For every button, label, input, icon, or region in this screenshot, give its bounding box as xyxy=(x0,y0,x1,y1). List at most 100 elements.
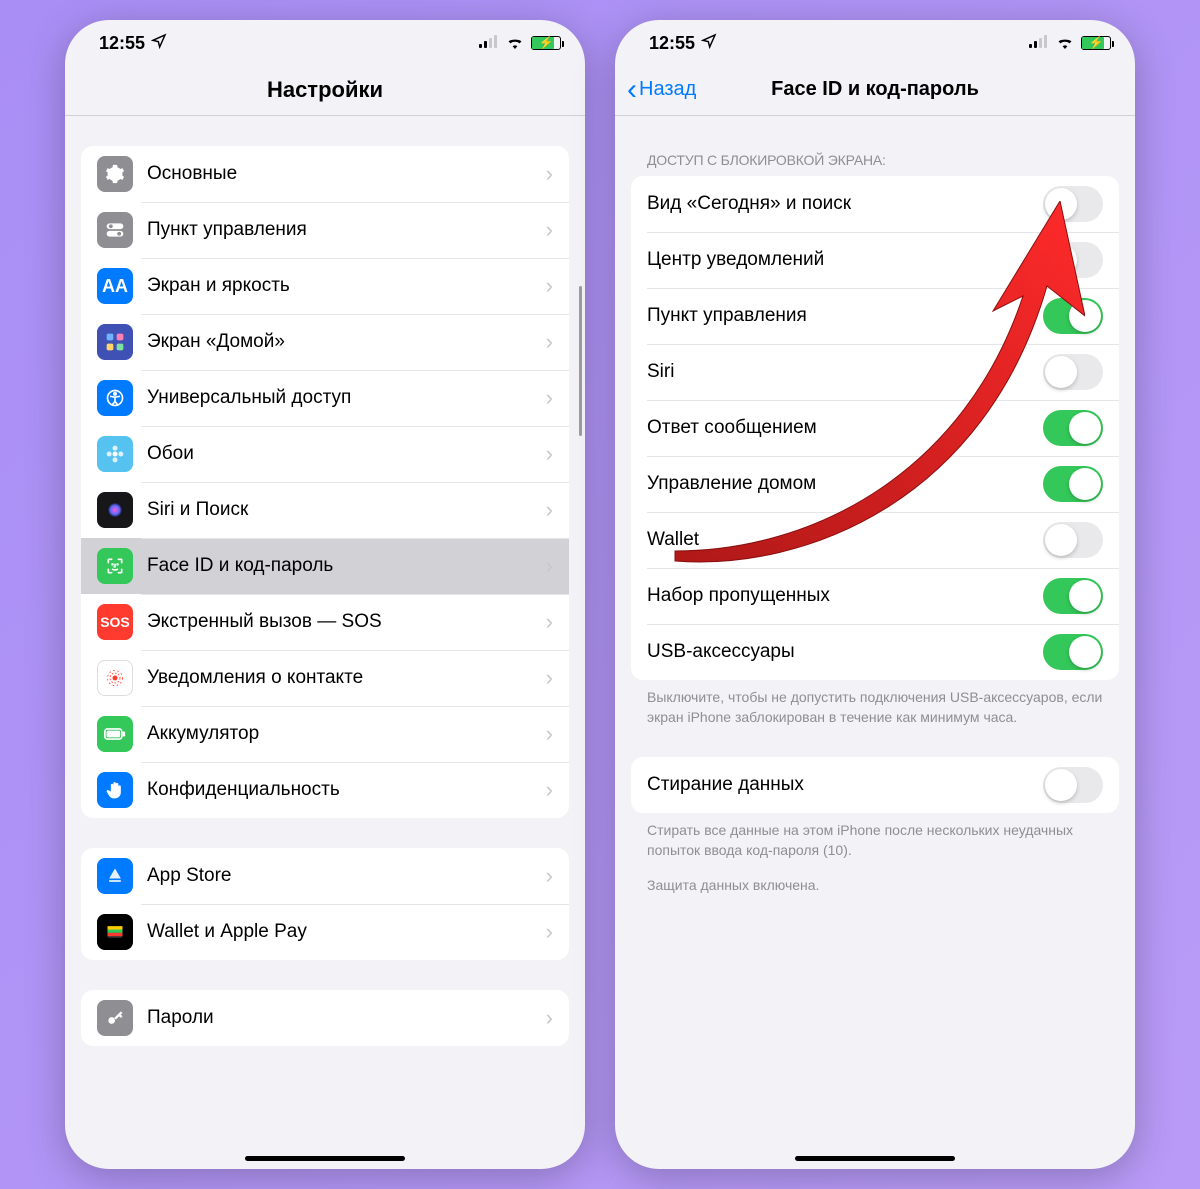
back-button[interactable]: ‹ Назад xyxy=(627,78,696,101)
row-face-id[interactable]: Face ID и код-пароль › xyxy=(81,538,569,594)
hand-icon xyxy=(97,772,133,808)
row-display[interactable]: AA Экран и яркость › xyxy=(81,258,569,314)
wallet-icon xyxy=(97,914,133,950)
switch[interactable] xyxy=(1043,634,1103,670)
row-privacy[interactable]: Конфиденциальность › xyxy=(81,762,569,818)
erase-footer: Стирать все данные на этом iPhone после … xyxy=(647,821,1103,860)
row-label: Набор пропущенных xyxy=(647,585,1043,607)
row-label: Экран и яркость xyxy=(147,275,546,297)
chevron-left-icon: ‹ xyxy=(627,81,637,99)
switch[interactable] xyxy=(1043,242,1103,278)
toggle-home-control[interactable]: Управление домом xyxy=(631,456,1119,512)
phone-settings-root: 12:55 ⚡ Настройки Основные › xyxy=(65,20,585,1169)
chevron-right-icon: › xyxy=(546,161,553,187)
chevron-right-icon: › xyxy=(546,721,553,747)
row-label: Стирание данных xyxy=(647,774,1043,796)
settings-group-3: Пароли › xyxy=(81,990,569,1046)
switch[interactable] xyxy=(1043,354,1103,390)
switch[interactable] xyxy=(1043,410,1103,446)
section-header-lock: ДОСТУП С БЛОКИРОВКОЙ ЭКРАНА: xyxy=(647,152,1103,168)
row-app-store[interactable]: App Store › xyxy=(81,848,569,904)
row-label: Пароли xyxy=(147,1007,546,1029)
battery-icon: ⚡ xyxy=(1081,36,1111,50)
faceid-scroll[interactable]: ДОСТУП С БЛОКИРОВКОЙ ЭКРАНА: Вид «Сегодн… xyxy=(615,116,1135,1169)
switch[interactable] xyxy=(1043,466,1103,502)
app-store-icon xyxy=(97,858,133,894)
chevron-right-icon: › xyxy=(546,497,553,523)
data-protection-footer: Защита данных включена. xyxy=(647,876,1103,896)
chevron-right-icon: › xyxy=(546,919,553,945)
switch[interactable] xyxy=(1043,578,1103,614)
home-indicator[interactable] xyxy=(245,1156,405,1161)
row-accessibility[interactable]: Универсальный доступ › xyxy=(81,370,569,426)
row-label: Центр уведомлений xyxy=(647,249,1043,271)
row-sos[interactable]: SOS Экстренный вызов — SOS › xyxy=(81,594,569,650)
switch[interactable] xyxy=(1043,298,1103,334)
row-wallpaper[interactable]: Обои › xyxy=(81,426,569,482)
exposure-icon xyxy=(97,660,133,696)
siri-icon xyxy=(97,492,133,528)
settings-scroll[interactable]: Основные › Пункт управления › AA Экран и… xyxy=(65,116,585,1169)
row-label: USB-аксессуары xyxy=(647,641,1043,663)
row-home-screen[interactable]: Экран «Домой» › xyxy=(81,314,569,370)
key-icon xyxy=(97,1000,133,1036)
toggle-erase-data[interactable]: Стирание данных xyxy=(631,757,1119,813)
row-label: Пункт управления xyxy=(147,219,546,241)
toggle-control-center[interactable]: Пункт управления xyxy=(631,288,1119,344)
row-battery[interactable]: Аккумулятор › xyxy=(81,706,569,762)
toggle-wallet[interactable]: Wallet xyxy=(631,512,1119,568)
erase-group: Стирание данных xyxy=(631,757,1119,813)
usb-footer: Выключите, чтобы не допустить подключени… xyxy=(647,688,1103,727)
nav-header: Настройки xyxy=(65,64,585,116)
location-arrow-icon xyxy=(151,33,167,54)
row-label: Уведомления о контакте xyxy=(147,667,546,689)
chevron-right-icon: › xyxy=(546,777,553,803)
row-label: Ответ сообщением xyxy=(647,417,1043,439)
face-id-icon xyxy=(97,548,133,584)
toggle-today-view[interactable]: Вид «Сегодня» и поиск xyxy=(631,176,1119,232)
toggle-usb-accessories[interactable]: USB-аксессуары xyxy=(631,624,1119,680)
page-title: Face ID и код-пароль xyxy=(771,78,979,101)
chevron-right-icon: › xyxy=(546,217,553,243)
chevron-right-icon: › xyxy=(546,1005,553,1031)
switch[interactable] xyxy=(1043,767,1103,803)
row-label: Face ID и код-пароль xyxy=(147,555,546,577)
status-time: 12:55 xyxy=(99,33,145,54)
row-wallet-pay[interactable]: Wallet и Apple Pay › xyxy=(81,904,569,960)
chevron-right-icon: › xyxy=(546,609,553,635)
row-label: Siri и Поиск xyxy=(147,499,546,521)
phone-faceid-settings: 12:55 ⚡ ‹ Назад Face ID и код-пароль ДОС… xyxy=(615,20,1135,1169)
row-label: Экран «Домой» xyxy=(147,331,546,353)
chevron-right-icon: › xyxy=(546,553,553,579)
row-passwords[interactable]: Пароли › xyxy=(81,990,569,1046)
status-bar: 12:55 ⚡ xyxy=(615,20,1135,64)
row-general[interactable]: Основные › xyxy=(81,146,569,202)
location-arrow-icon xyxy=(701,33,717,54)
settings-group-1: Основные › Пункт управления › AA Экран и… xyxy=(81,146,569,818)
switch[interactable] xyxy=(1043,522,1103,558)
row-label: Аккумулятор xyxy=(147,723,546,745)
wifi-icon xyxy=(505,33,525,54)
row-label: Вид «Сегодня» и поиск xyxy=(647,193,1043,215)
row-label: Универсальный доступ xyxy=(147,387,546,409)
row-label: Обои xyxy=(147,443,546,465)
row-control-center[interactable]: Пункт управления › xyxy=(81,202,569,258)
row-exposure[interactable]: Уведомления о контакте › xyxy=(81,650,569,706)
home-indicator[interactable] xyxy=(795,1156,955,1161)
toggle-reply-message[interactable]: Ответ сообщением xyxy=(631,400,1119,456)
flower-icon xyxy=(97,436,133,472)
chevron-right-icon: › xyxy=(546,273,553,299)
settings-group-2: App Store › Wallet и Apple Pay › xyxy=(81,848,569,960)
toggle-siri[interactable]: Siri xyxy=(631,344,1119,400)
chevron-right-icon: › xyxy=(546,665,553,691)
row-label: Siri xyxy=(647,361,1043,383)
switch[interactable] xyxy=(1043,186,1103,222)
status-time: 12:55 xyxy=(649,33,695,54)
chevron-right-icon: › xyxy=(546,385,553,411)
wifi-icon xyxy=(1055,33,1075,54)
row-siri[interactable]: Siri и Поиск › xyxy=(81,482,569,538)
toggle-notification-center[interactable]: Центр уведомлений xyxy=(631,232,1119,288)
scrollbar-indicator[interactable] xyxy=(579,286,582,436)
chevron-right-icon: › xyxy=(546,441,553,467)
toggle-return-missed[interactable]: Набор пропущенных xyxy=(631,568,1119,624)
